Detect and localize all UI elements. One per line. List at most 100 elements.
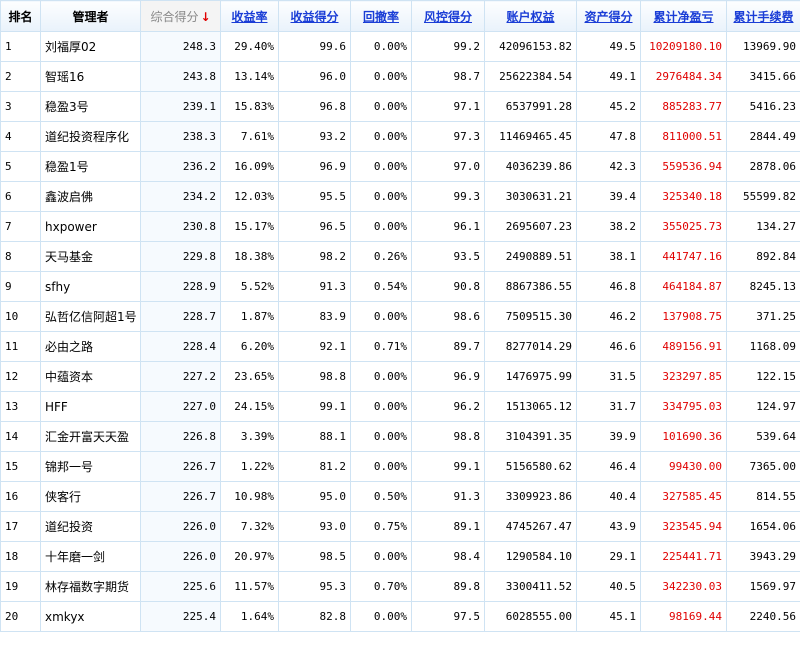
cell-return-score: 96.0 (278, 61, 351, 92)
cell-rank: 1 (0, 31, 41, 62)
table-row: 1 刘福厚02 248.3 29.40% 99.6 0.00% 99.2 42096153.8… (0, 31, 800, 62)
cell-net-profit: 342230.03 (640, 571, 727, 602)
cell-drawdown: 0.00% (350, 181, 412, 212)
cell-drawdown: 0.00% (350, 91, 412, 122)
table-header: 排名 管理者 综合得分 ↓ 收益率 收益得分 回撤率 风控得分 账户权益 资产得分… (0, 0, 800, 32)
header-equity-link[interactable]: 账户权益 (484, 0, 577, 32)
cell-equity: 6028555.00 (484, 601, 577, 632)
cell-return-score: 98.5 (278, 541, 351, 572)
table-row: 7 hxpower 230.8 15.17% 96.5 0.00% 96.1 2695607.… (0, 211, 800, 242)
cell-rank: 4 (0, 121, 41, 152)
cell-manager: hxpower (40, 211, 141, 242)
cell-risk-score: 97.5 (411, 601, 485, 632)
cell-return-score: 96.5 (278, 211, 351, 242)
cell-rank: 6 (0, 181, 41, 212)
cell-rank: 18 (0, 541, 41, 572)
header-score-sorted[interactable]: 综合得分 ↓ (140, 0, 221, 32)
cell-score: 226.0 (140, 511, 221, 542)
header-fees-link[interactable]: 累计手续费 (726, 0, 800, 32)
cell-return-score: 95.3 (278, 571, 351, 602)
cell-return-rate: 15.17% (220, 211, 279, 242)
cell-risk-score: 99.1 (411, 451, 485, 482)
cell-manager: HFF (40, 391, 141, 422)
cell-equity: 2695607.23 (484, 211, 577, 242)
table-body: 1 刘福厚02 248.3 29.40% 99.6 0.00% 99.2 42096153.8… (0, 31, 800, 632)
cell-net-profit: 98169.44 (640, 601, 727, 632)
cell-drawdown: 0.54% (350, 271, 412, 302)
cell-score: 228.4 (140, 331, 221, 362)
cell-manager: 林存福数字期货 (40, 571, 141, 602)
cell-drawdown: 0.00% (350, 391, 412, 422)
cell-drawdown: 0.00% (350, 61, 412, 92)
header-asset-score-link[interactable]: 资产得分 (576, 0, 641, 32)
cell-equity: 1290584.10 (484, 541, 577, 572)
cell-asset-score: 45.1 (576, 601, 641, 632)
cell-fees: 5416.23 (726, 91, 800, 122)
cell-score: 228.9 (140, 271, 221, 302)
table-row: 16 侠客行 226.7 10.98% 95.0 0.50% 91.3 3309923.86 4… (0, 481, 800, 512)
cell-equity: 8867386.55 (484, 271, 577, 302)
cell-net-profit: 327585.45 (640, 481, 727, 512)
cell-equity: 3300411.52 (484, 571, 577, 602)
cell-rank: 20 (0, 601, 41, 632)
cell-equity: 1476975.99 (484, 361, 577, 392)
cell-drawdown: 0.70% (350, 571, 412, 602)
cell-risk-score: 89.8 (411, 571, 485, 602)
cell-fees: 1569.97 (726, 571, 800, 602)
cell-fees: 2878.06 (726, 151, 800, 182)
cell-manager: 必由之路 (40, 331, 141, 362)
header-manager: 管理者 (40, 0, 141, 32)
table-row: 18 十年磨一剑 226.0 20.97% 98.5 0.00% 98.4 1290584.1… (0, 541, 800, 572)
cell-asset-score: 40.5 (576, 571, 641, 602)
table-row: 9 sfhy 228.9 5.52% 91.3 0.54% 90.8 8867386.55 46… (0, 271, 800, 302)
cell-return-rate: 29.40% (220, 31, 279, 62)
cell-manager: 道纪投资 (40, 511, 141, 542)
cell-return-rate: 24.15% (220, 391, 279, 422)
cell-asset-score: 42.3 (576, 151, 641, 182)
cell-drawdown: 0.00% (350, 211, 412, 242)
cell-score: 226.7 (140, 481, 221, 512)
header-net-profit-link[interactable]: 累计净盈亏 (640, 0, 727, 32)
cell-fees: 814.55 (726, 481, 800, 512)
table-row: 11 必由之路 228.4 6.20% 92.1 0.71% 89.7 8277014.29 4… (0, 331, 800, 362)
cell-drawdown: 0.00% (350, 151, 412, 182)
cell-score: 236.2 (140, 151, 221, 182)
header-return-rate-link[interactable]: 收益率 (220, 0, 279, 32)
cell-return-score: 98.8 (278, 361, 351, 392)
cell-asset-score: 38.2 (576, 211, 641, 242)
cell-return-score: 95.5 (278, 181, 351, 212)
cell-net-profit: 323297.85 (640, 361, 727, 392)
cell-return-score: 81.2 (278, 451, 351, 482)
cell-return-score: 92.1 (278, 331, 351, 362)
cell-risk-score: 99.3 (411, 181, 485, 212)
cell-equity: 4745267.47 (484, 511, 577, 542)
table-row: 19 林存福数字期货 225.6 11.57% 95.3 0.70% 89.8 3300411… (0, 571, 800, 602)
cell-net-profit: 355025.73 (640, 211, 727, 242)
cell-manager: 稳盈3号 (40, 91, 141, 122)
header-return-score-link[interactable]: 收益得分 (278, 0, 351, 32)
cell-manager: 汇金开富天天盈 (40, 421, 141, 452)
cell-fees: 3943.29 (726, 541, 800, 572)
cell-drawdown: 0.75% (350, 511, 412, 542)
cell-return-score: 96.9 (278, 151, 351, 182)
cell-score: 226.8 (140, 421, 221, 452)
cell-manager: 锦邦一号 (40, 451, 141, 482)
cell-risk-score: 89.1 (411, 511, 485, 542)
cell-drawdown: 0.00% (350, 421, 412, 452)
cell-risk-score: 98.6 (411, 301, 485, 332)
cell-score: 229.8 (140, 241, 221, 272)
cell-return-rate: 7.32% (220, 511, 279, 542)
cell-equity: 7509515.30 (484, 301, 577, 332)
cell-rank: 9 (0, 271, 41, 302)
header-risk-score-link[interactable]: 风控得分 (411, 0, 485, 32)
cell-return-rate: 10.98% (220, 481, 279, 512)
cell-score: 238.3 (140, 121, 221, 152)
cell-rank: 7 (0, 211, 41, 242)
cell-rank: 16 (0, 481, 41, 512)
cell-net-profit: 489156.91 (640, 331, 727, 362)
table-row: 6 鑫波启佛 234.2 12.03% 95.5 0.00% 99.3 3030631.21 3… (0, 181, 800, 212)
table-row: 14 汇金开富天天盈 226.8 3.39% 88.1 0.00% 98.8 3104391.… (0, 421, 800, 452)
cell-equity: 6537991.28 (484, 91, 577, 122)
cell-rank: 10 (0, 301, 41, 332)
header-drawdown-link[interactable]: 回撤率 (350, 0, 412, 32)
